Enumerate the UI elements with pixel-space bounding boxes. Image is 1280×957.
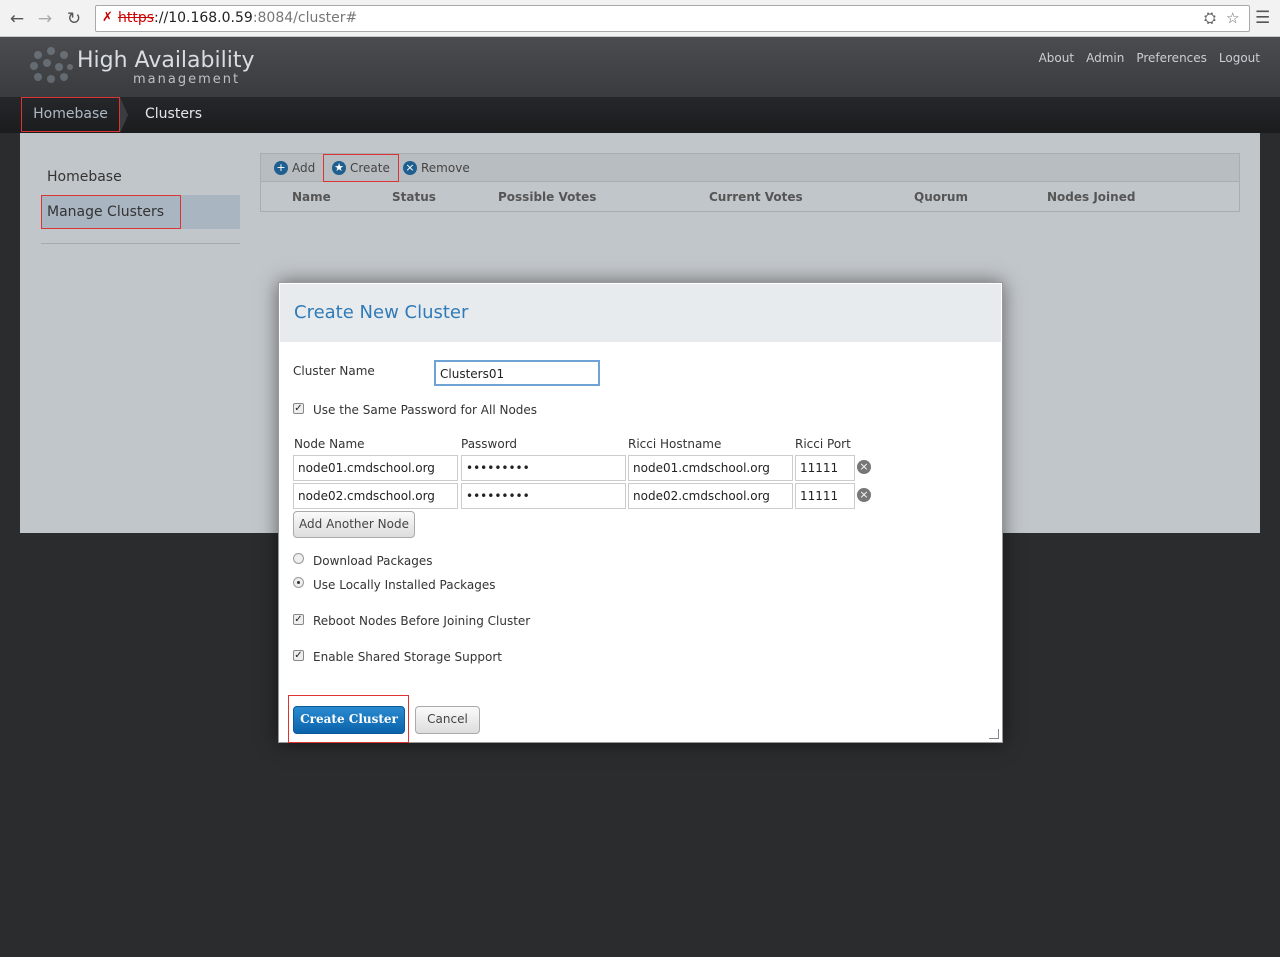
reboot-nodes-checkbox[interactable]: ✓ bbox=[293, 614, 304, 625]
table-header: Name Status Possible Votes Current Votes… bbox=[261, 183, 1239, 212]
shared-storage-checkbox[interactable]: ✓ bbox=[293, 650, 304, 661]
same-password-checkbox[interactable]: ✓ bbox=[293, 403, 304, 414]
plus-icon: + bbox=[274, 161, 288, 175]
remove-label: Remove bbox=[421, 161, 470, 175]
sidebar-divider bbox=[41, 243, 240, 244]
logo-title: High Availability bbox=[77, 48, 255, 73]
password-header: Password bbox=[461, 437, 518, 451]
same-password-label: Use the Same Password for All Nodes bbox=[313, 403, 538, 417]
address-bar[interactable]: ✗ https://10.168.0.59:8084/cluster# ⛭ ☆ bbox=[95, 5, 1250, 32]
add-another-node-button[interactable]: Add Another Node bbox=[293, 511, 415, 538]
column-header-current-votes[interactable]: Current Votes bbox=[709, 183, 803, 212]
column-header-nodes-joined[interactable]: Nodes Joined bbox=[1047, 183, 1135, 212]
cluster-name-input[interactable]: Clusters01 bbox=[434, 360, 600, 386]
back-arrow-icon[interactable]: ← bbox=[6, 8, 28, 30]
column-header-quorum[interactable]: Quorum bbox=[914, 183, 968, 212]
sidebar-item-label: Homebase bbox=[47, 169, 122, 185]
column-header-name[interactable]: Name bbox=[292, 183, 331, 212]
node-name-header: Node Name bbox=[294, 437, 365, 451]
star-bookmark-icon[interactable]: ☆ bbox=[1226, 9, 1239, 27]
use-local-packages-radio[interactable] bbox=[293, 577, 304, 588]
reboot-nodes-label: Reboot Nodes Before Joining Cluster bbox=[313, 614, 531, 628]
create-cluster-dialog: Create New Cluster Cluster Name Clusters… bbox=[278, 282, 1003, 743]
menu-icon[interactable]: ☰ bbox=[1255, 8, 1270, 28]
column-header-possible-votes[interactable]: Possible Votes bbox=[498, 183, 596, 212]
logo-hexagon-icon bbox=[30, 47, 73, 83]
node1-hostname-input[interactable]: node01.cmdschool.org bbox=[628, 455, 793, 481]
reload-icon[interactable]: ↻ bbox=[63, 8, 85, 30]
breadcrumb: Homebase Clusters bbox=[0, 97, 1280, 133]
cluster-name-label: Cluster Name bbox=[293, 364, 375, 378]
translate-icon[interactable]: ⛭ bbox=[1204, 9, 1216, 27]
download-packages-radio[interactable] bbox=[293, 553, 304, 564]
sidebar-item-manage-clusters[interactable]: Manage Clusters bbox=[41, 195, 240, 229]
shared-storage-label: Enable Shared Storage Support bbox=[313, 650, 502, 664]
add-button[interactable]: + Add bbox=[274, 154, 315, 182]
resize-handle-icon[interactable] bbox=[989, 729, 999, 739]
dialog-title: Create New Cluster bbox=[294, 302, 469, 323]
use-local-packages-label: Use Locally Installed Packages bbox=[313, 578, 496, 592]
broken-lock-icon[interactable]: ✗ bbox=[102, 10, 113, 25]
forward-arrow-icon[interactable]: → bbox=[34, 8, 56, 30]
node2-password-input[interactable]: ••••••••• bbox=[461, 483, 626, 509]
node1-password-input[interactable]: ••••••••• bbox=[461, 455, 626, 481]
cancel-button[interactable]: Cancel bbox=[415, 706, 480, 734]
add-label: Add bbox=[292, 161, 316, 175]
star-icon: ★ bbox=[332, 161, 346, 175]
create-button[interactable]: ★ Create bbox=[323, 154, 399, 182]
logout-link[interactable]: Logout bbox=[1219, 51, 1260, 65]
ricci-hostname-header: Ricci Hostname bbox=[628, 437, 722, 451]
highlight-box bbox=[41, 195, 181, 229]
create-cluster-button[interactable]: Create Cluster bbox=[293, 706, 405, 734]
logo-subtitle: management bbox=[133, 72, 241, 87]
close-icon: × bbox=[403, 161, 417, 175]
remove-node-icon[interactable]: × bbox=[857, 460, 871, 474]
admin-link[interactable]: Admin bbox=[1086, 51, 1124, 65]
url-text: https://10.168.0.59:8084/cluster# bbox=[118, 10, 358, 26]
node1-port-input[interactable]: 11111 bbox=[795, 455, 855, 481]
node2-name-input[interactable]: node02.cmdschool.org bbox=[293, 483, 458, 509]
node1-name-input[interactable]: node01.cmdschool.org bbox=[293, 455, 458, 481]
sidebar-item-homebase[interactable]: Homebase bbox=[41, 160, 240, 194]
about-link[interactable]: About bbox=[1039, 51, 1074, 65]
table-toolbar: + Add ★ Create × Remove bbox=[261, 154, 1239, 182]
breadcrumb-clusters[interactable]: Clusters bbox=[145, 97, 202, 132]
create-label: Create bbox=[350, 161, 390, 175]
column-header-status[interactable]: Status bbox=[392, 183, 436, 212]
remove-button[interactable]: × Remove bbox=[403, 154, 470, 182]
download-packages-label: Download Packages bbox=[313, 554, 433, 568]
top-links: About Admin Preferences Logout bbox=[1039, 51, 1260, 65]
app-header: High Availability management About Admin… bbox=[0, 37, 1280, 97]
node2-port-input[interactable]: 11111 bbox=[795, 483, 855, 509]
browser-toolbar: ← → ↻ ✗ https://10.168.0.59:8084/cluster… bbox=[0, 0, 1280, 37]
ricci-port-header: Ricci Port bbox=[795, 437, 851, 451]
remove-node-icon[interactable]: × bbox=[857, 488, 871, 502]
breadcrumb-separator bbox=[120, 97, 128, 133]
preferences-link[interactable]: Preferences bbox=[1136, 51, 1207, 65]
cluster-table: + Add ★ Create × Remove Name Status Possibl… bbox=[260, 153, 1240, 212]
node2-hostname-input[interactable]: node02.cmdschool.org bbox=[628, 483, 793, 509]
breadcrumb-homebase[interactable]: Homebase bbox=[21, 97, 120, 132]
dialog-header: Create New Cluster bbox=[280, 284, 1001, 342]
